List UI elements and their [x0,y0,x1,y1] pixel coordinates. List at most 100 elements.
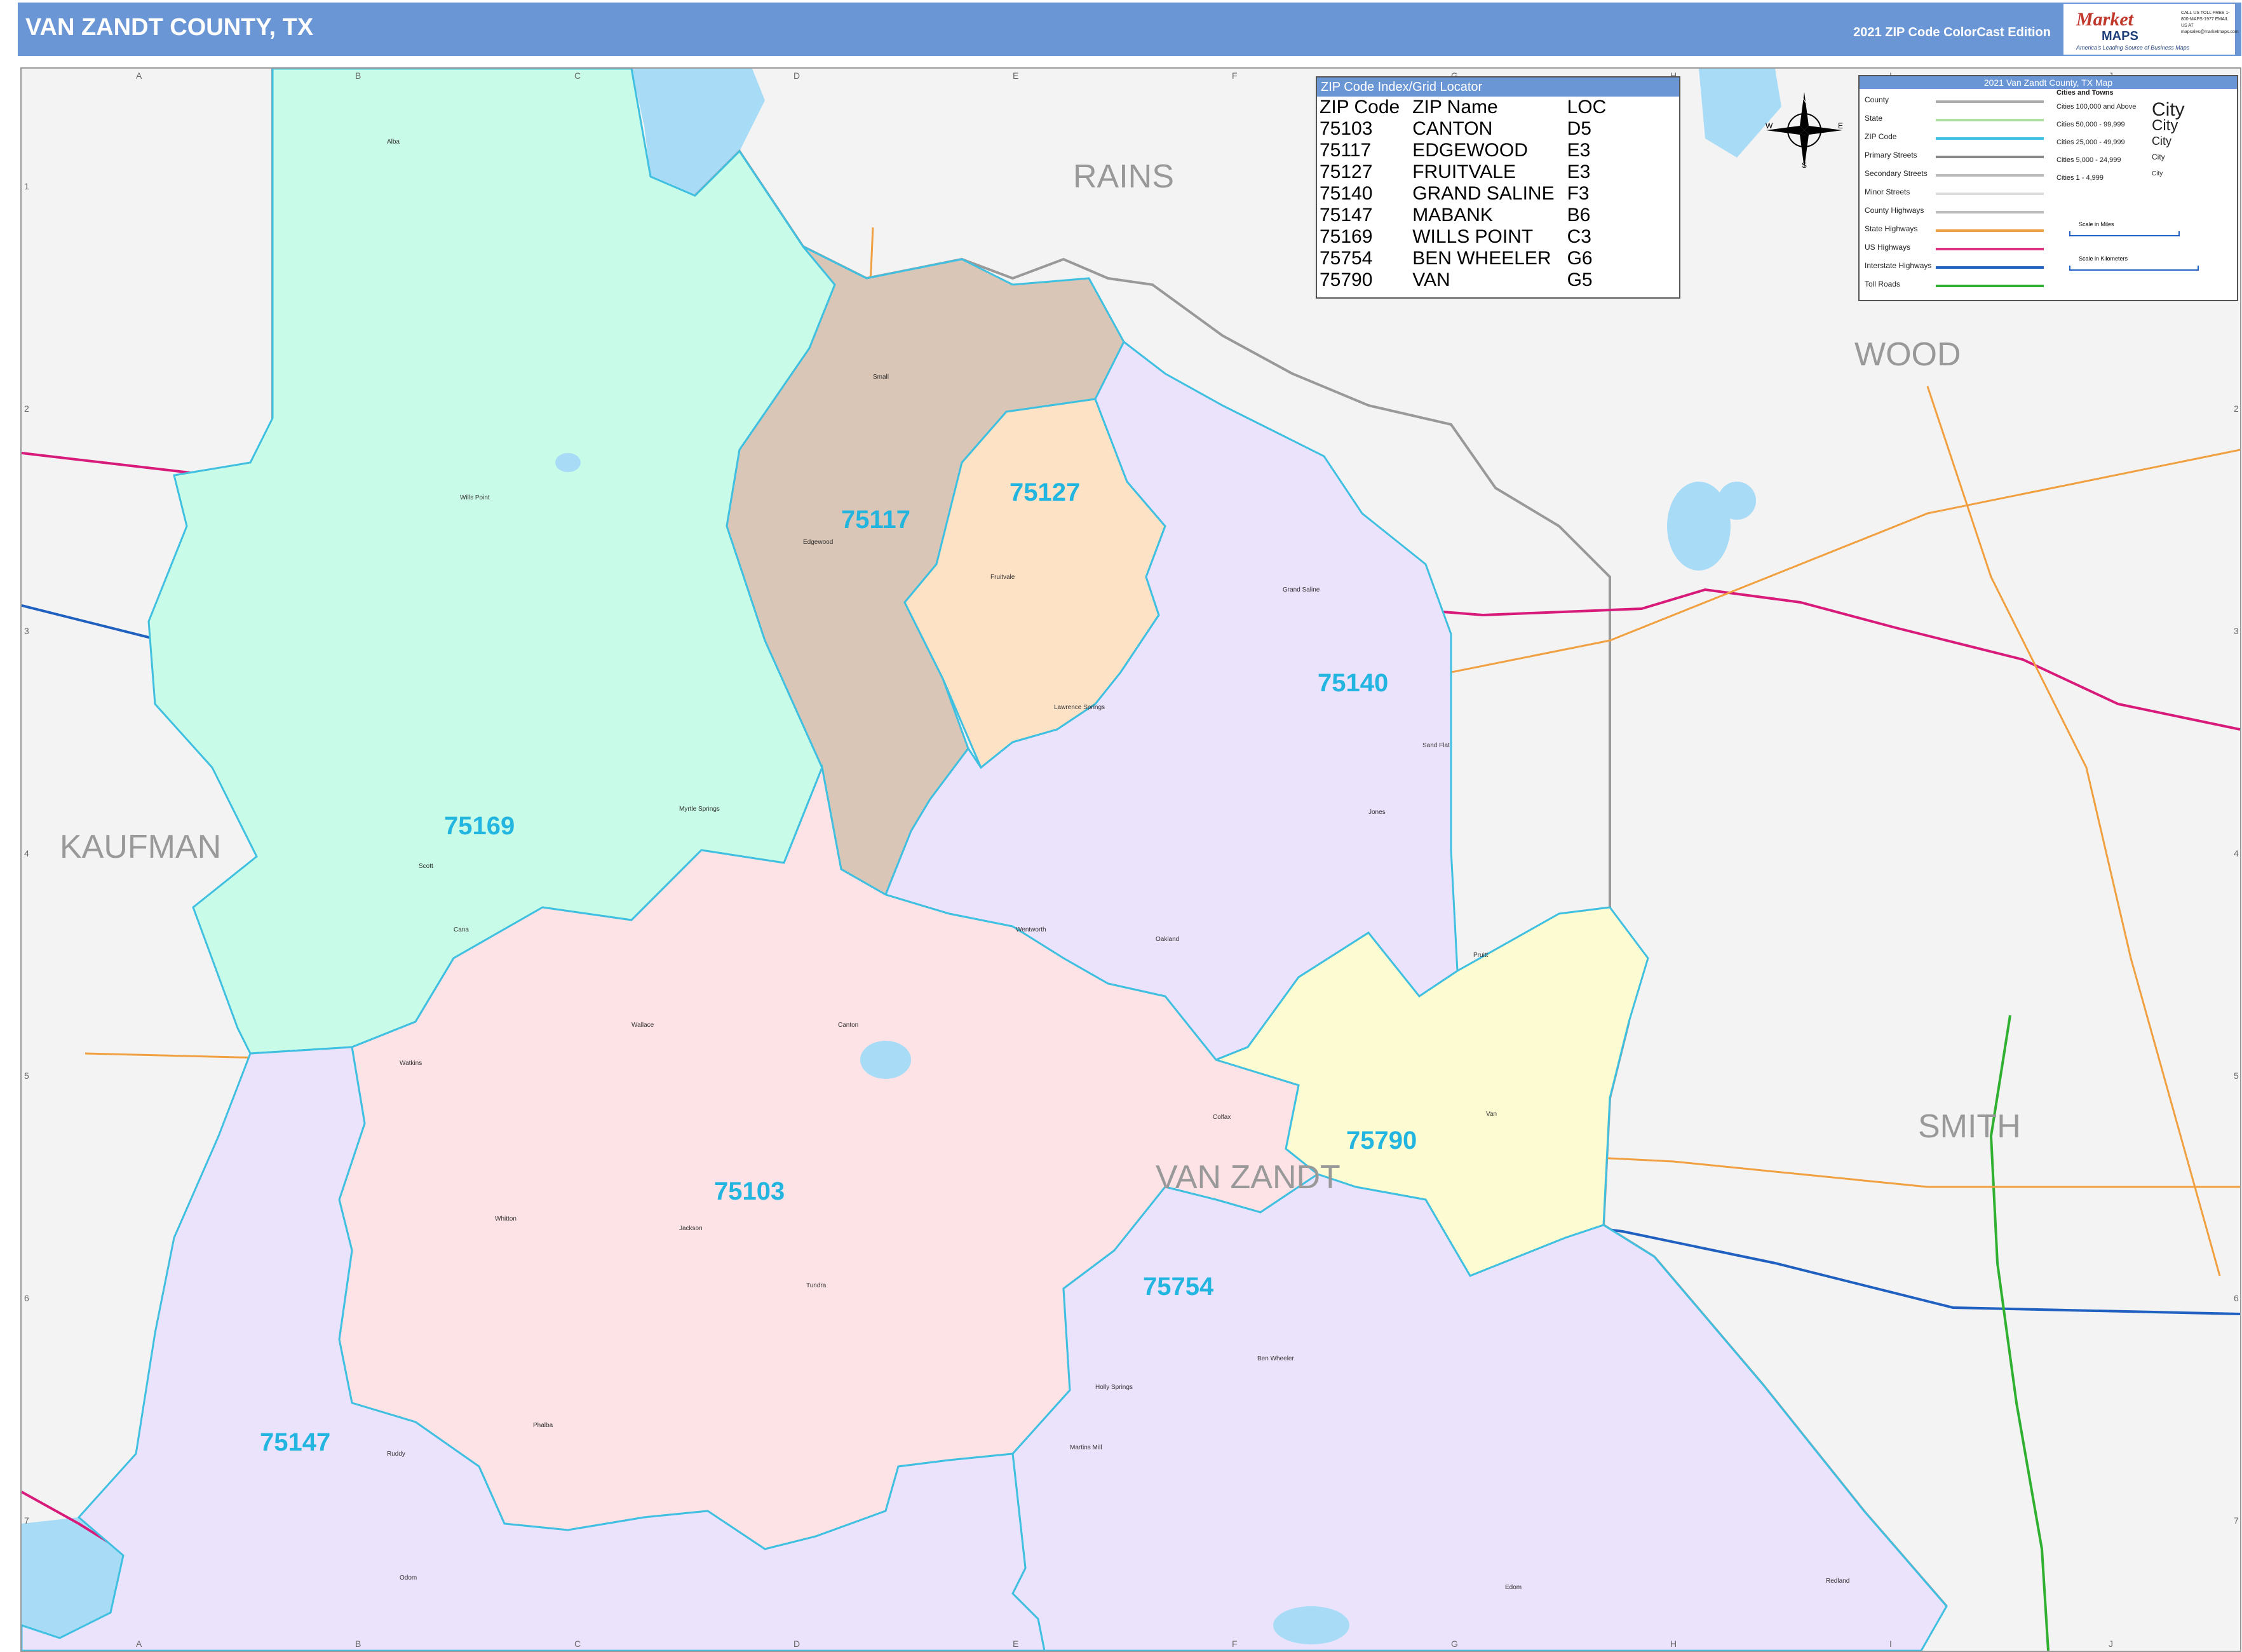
legend-line-swatch [1936,285,2044,287]
zip-label-75140: 75140 [1318,669,1389,697]
zip-index-row: 75140 GRAND SALINE F3 [1320,183,1619,205]
town-label: Wills Point [460,494,490,501]
zip-index-loc: C3 [1567,226,1591,247]
county-label-van-zandt: VAN ZANDT [1156,1159,1340,1196]
town-label: Colfax [1213,1114,1231,1121]
zip-label-75147: 75147 [260,1428,331,1456]
town-label: Lawrence Springs [1054,704,1105,711]
grid-column-label: J [2109,1639,2113,1649]
grid-column-label: I [1889,1639,1892,1649]
zip-index-loc: G5 [1567,269,1593,290]
zip-index-col-loc: LOC [1567,97,1607,118]
zip-index-row: 75147 MABANK B6 [1320,205,1619,226]
edition-label: 2021 ZIP Code ColorCast Edition [1853,25,2051,39]
grid-column-label: C [574,1639,581,1649]
map-legend-panel: 2021 Van Zandt County, TX Map County Stat… [1858,75,2238,301]
grid-column-label: D [793,71,800,81]
map-canvas[interactable]: AABBCCDDEEFFGGHHIIJJ 11223344556677 RAIN… [20,67,2241,1652]
zip-index-zip: 75140 [1320,183,1373,204]
county-label-kaufman: KAUFMAN [60,829,222,865]
grid-row-label: 7 [24,1515,29,1526]
town-label: Scott [419,863,433,870]
town-label: Jackson [679,1225,703,1232]
zip-index-loc: F3 [1567,183,1590,204]
grid-column-label: E [1013,1639,1018,1649]
zip-index-zip: 75103 [1320,118,1373,139]
grid-row-label: 3 [24,626,29,636]
legend-item-label: ZIP Code [1865,132,1897,141]
zip-index-row: 75790 VAN G5 [1320,269,1619,291]
zip-index-row: 75754 BEN WHEELER G6 [1320,248,1619,269]
legend-item-label: County Highways [1865,206,1924,215]
legend-title: 2021 Van Zandt County, TX Map [1860,76,2237,89]
town-label: Sand Flat [1422,742,1450,749]
legend-item-label: State [1865,114,1883,123]
legend-line-swatch [1936,100,2044,103]
town-label: Phalba [533,1422,553,1429]
zip-index-zip: 75117 [1320,140,1372,161]
zip-index-zip: 75790 [1320,269,1373,290]
zip-index-title: ZIP Code Index/Grid Locator [1317,78,1679,97]
legend-line-swatch [1936,248,2044,250]
town-label: Edom [1505,1584,1522,1591]
legend-scale-km: Scale in Kilometers [2079,255,2128,262]
grid-row-label: 4 [24,848,29,858]
grid-column-label: F [1232,1639,1238,1649]
logo-tagline: America's Leading Source of Business Map… [2076,44,2190,51]
zip-index-zip: 75147 [1320,205,1373,226]
grid-column-label: A [136,71,142,81]
town-label: Oakland [1156,936,1180,943]
town-label: Edgewood [803,539,834,546]
zip-index-name: GRAND SALINE [1412,183,1555,204]
grid-column-label: F [1232,71,1238,81]
zip-index-name: FRUITVALE [1412,161,1516,182]
grid-column-label: C [574,71,581,81]
zip-index-loc: E3 [1567,140,1591,161]
legend-city-sample: City [2152,135,2171,147]
legend-line-swatch [1936,119,2044,121]
grid-column-label: H [1670,1639,1677,1649]
legend-city-label: Cities 25,000 - 49,999 [2056,139,2125,146]
town-label: Pruitt [1473,952,1489,959]
legend-item-label: Primary Streets [1865,151,1917,159]
legend-item-label: Interstate Highways [1865,261,1932,270]
town-label: Holly Springs [1095,1384,1133,1391]
legend-line-swatch [1936,156,2044,158]
legend-item-label: Minor Streets [1865,187,1910,196]
town-label: Odom [400,1574,417,1581]
map-svg[interactable]: AABBCCDDEEFFGGHHIIJJ 11223344556677 [22,69,2240,1651]
legend-city-label: Cities 50,000 - 99,999 [2056,121,2125,128]
legend-city-label: Cities 1 - 4,999 [2056,174,2104,182]
legend-cities-title: Cities and Towns [2056,89,2114,97]
compass-e: E [1838,121,1843,130]
zip-index-col-name: ZIP Name [1412,97,1498,118]
grid-row-label: 2 [24,403,29,414]
grid-row-label: 6 [2234,1293,2239,1303]
zip-index-col-zip: ZIP Code [1320,97,1400,118]
zip-index-loc: G6 [1567,248,1593,269]
legend-city-label: Cities 5,000 - 24,999 [2056,156,2121,164]
town-label: Fruitvale [990,574,1015,581]
county-label-rains: RAINS [1073,158,1174,195]
zip-index-zip: 75754 [1320,248,1373,269]
town-label: Tundra [806,1282,827,1289]
zip-index-loc: B6 [1567,205,1591,226]
zip-index-name: WILLS POINT [1412,226,1534,247]
town-label: Alba [387,139,400,146]
legend-line-swatch [1936,193,2044,195]
compass-n: N [1802,96,1807,105]
legend-city-label: Cities 100,000 and Above [2056,103,2137,111]
legend-item-label: Toll Roads [1865,280,1901,288]
county-label-smith: SMITH [1918,1108,2021,1145]
grid-row-label: 4 [2234,848,2239,858]
town-label: Jones [1368,809,1386,816]
zip-label-75790: 75790 [1346,1127,1417,1154]
legend-item-label: County [1865,95,1889,104]
grid-row-label: 5 [2234,1071,2239,1081]
zip-index-name: MABANK [1412,205,1493,226]
grid-column-label: G [1451,1639,1458,1649]
legend-line-swatch [1936,137,2044,140]
town-label: Van [1486,1111,1497,1118]
county-label-wood: WOOD [1854,336,1961,373]
logo-brand-bottom: MAPS [2102,29,2138,43]
